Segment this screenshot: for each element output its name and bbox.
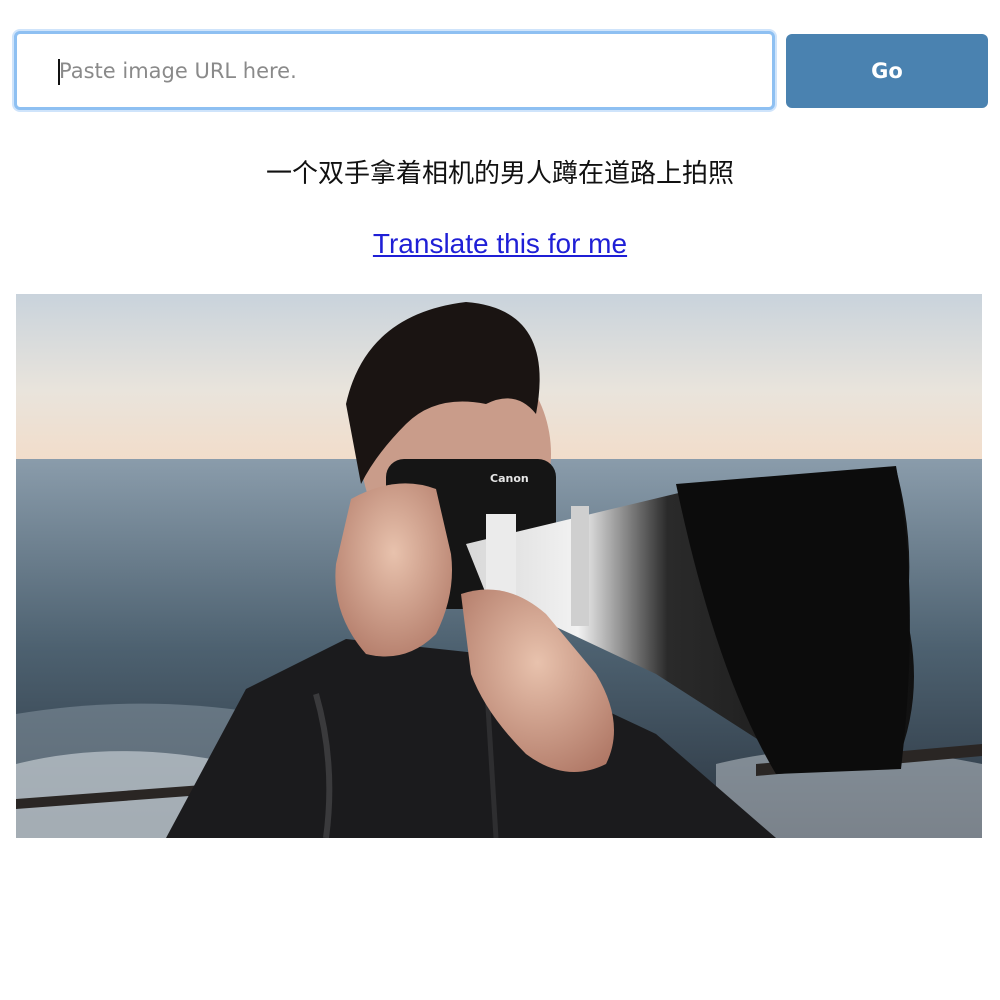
go-button[interactable]: Go (786, 34, 988, 108)
text-caret (58, 59, 60, 85)
translate-link[interactable]: Translate this for me (373, 228, 627, 259)
image-url-input[interactable] (14, 31, 775, 110)
image-caption: 一个双手拿着相机的男人蹲在道路上拍照 (265, 159, 734, 189)
camera-brand-text: Canon (490, 472, 529, 485)
translate-link-container: Translate this for me (0, 226, 1000, 262)
result-photo: Canon (16, 294, 982, 838)
url-input-wrapper (14, 31, 775, 110)
